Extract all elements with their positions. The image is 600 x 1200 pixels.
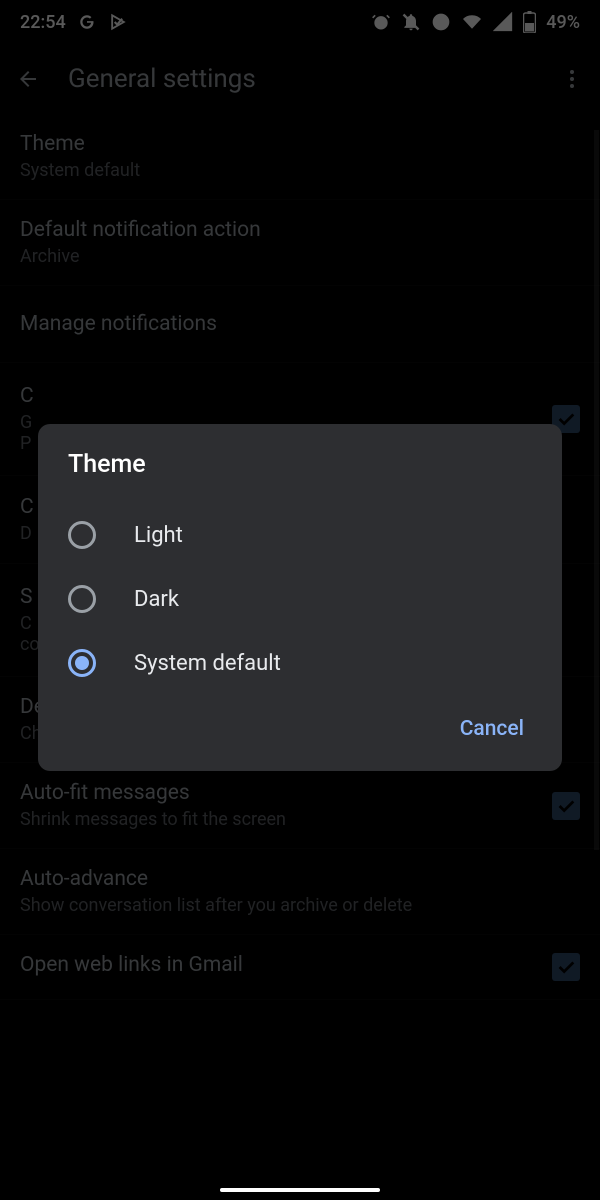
radio-unchecked-icon bbox=[68, 521, 96, 549]
dialog-actions: Cancel bbox=[38, 695, 562, 757]
radio-unchecked-icon bbox=[68, 585, 96, 613]
dialog-title: Theme bbox=[38, 450, 562, 479]
radio-label: System default bbox=[134, 651, 281, 676]
theme-option-dark[interactable]: Dark bbox=[38, 567, 562, 631]
radio-checked-icon bbox=[68, 649, 96, 677]
theme-option-system-default[interactable]: System default bbox=[38, 631, 562, 695]
nav-home-indicator[interactable] bbox=[220, 1188, 380, 1192]
radio-label: Dark bbox=[134, 587, 179, 612]
radio-label: Light bbox=[134, 523, 183, 548]
theme-dialog: Theme Light Dark System default Cancel bbox=[38, 424, 562, 771]
cancel-button[interactable]: Cancel bbox=[448, 709, 536, 749]
theme-option-light[interactable]: Light bbox=[38, 503, 562, 567]
